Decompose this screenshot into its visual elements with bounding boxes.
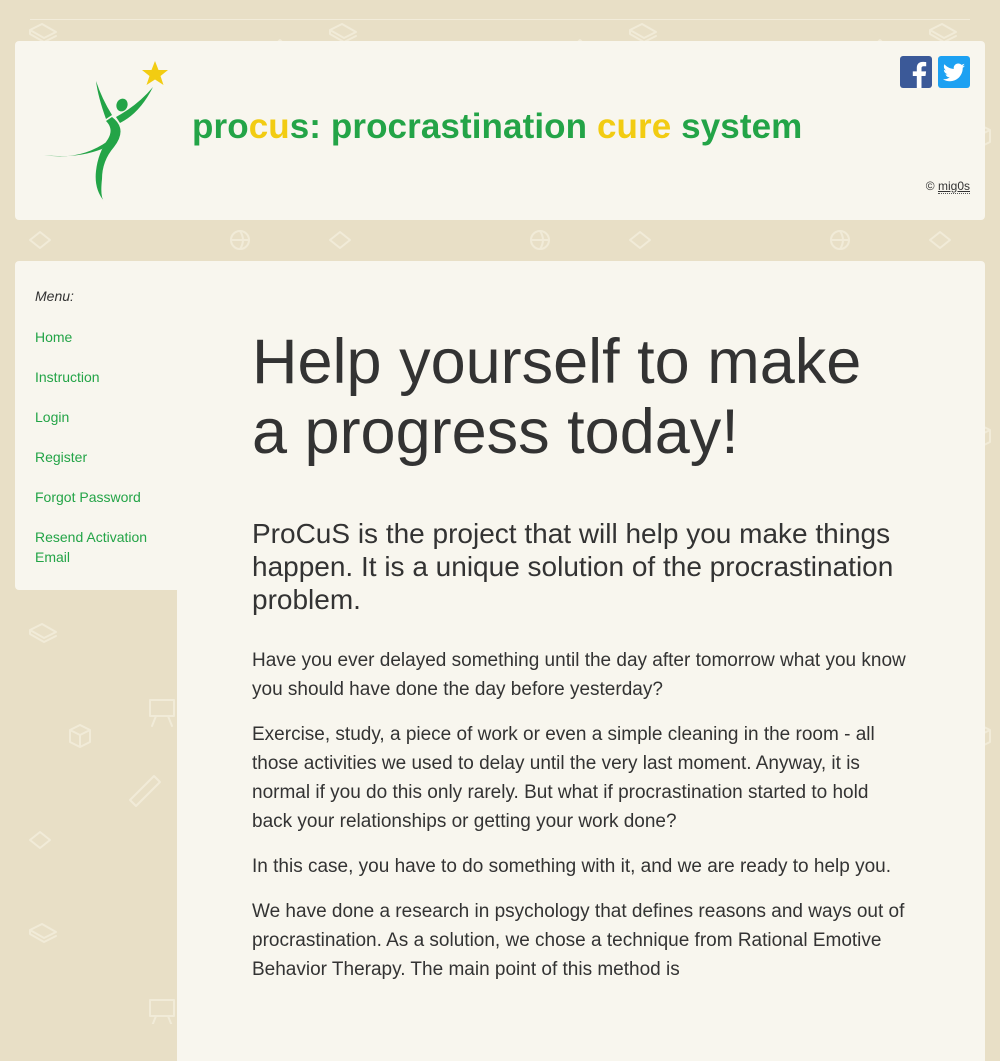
copyright: © mig0s (925, 179, 970, 194)
menu-list: Home Instruction Login Register Forgot P… (35, 327, 165, 587)
menu-item-resend-activation-email: Resend Activation Email (35, 527, 165, 567)
facebook-link[interactable] (900, 56, 932, 88)
menu-item-home: Home (35, 327, 165, 347)
site-title: procus: procrastination cure system (192, 107, 802, 147)
procus-logo (44, 61, 168, 201)
menu-link-register[interactable]: Register (35, 449, 87, 465)
site-title-system: system (671, 107, 803, 146)
content-body: Help yourself to make a progress today! … (252, 327, 907, 984)
menu-link-login[interactable]: Login (35, 409, 69, 425)
menu-link-home[interactable]: Home (35, 329, 72, 345)
menu-item-register: Register (35, 447, 165, 467)
top-divider (30, 19, 970, 20)
menu-title: Menu: (35, 288, 74, 304)
menu-item-instruction: Instruction (35, 367, 165, 387)
main-content: Help yourself to make a progress today! … (177, 261, 985, 1061)
paragraph: Have you ever delayed something until th… (252, 650, 906, 700)
twitter-link[interactable] (938, 56, 970, 88)
paragraph: In this case, you have to do something w… (252, 856, 891, 877)
menu-link-resend-activation-email[interactable]: Resend Activation Email (35, 529, 147, 565)
headline: Help yourself to make a progress today! (252, 327, 862, 467)
menu-item-forgot-password: Forgot Password (35, 487, 165, 507)
site-title-s-procrastination: s: procrastination (289, 107, 597, 146)
lead-text: ProCuS is the project that will help you… (252, 518, 894, 615)
site-header: procus: procrastination cure system © mi… (15, 41, 985, 220)
paragraph: Exercise, study, a piece of work or even… (252, 724, 875, 832)
menu-item-login: Login (35, 407, 165, 427)
menu-link-instruction[interactable]: Instruction (35, 369, 100, 385)
site-title-pro: pro (192, 107, 249, 146)
menu-link-forgot-password[interactable]: Forgot Password (35, 489, 141, 505)
site-title-cure: cure (596, 107, 672, 146)
facebook-icon (912, 61, 927, 88)
site-title-cu: cu (248, 107, 290, 146)
copyright-symbol: © (925, 179, 935, 193)
sidebar-menu: Menu: Home Instruction Login Register Fo… (15, 261, 177, 590)
twitter-icon (943, 63, 965, 82)
social-links (900, 56, 970, 88)
copyright-author-link[interactable]: mig0s (937, 179, 970, 194)
paragraph: We have done a research in psychology th… (252, 901, 905, 980)
